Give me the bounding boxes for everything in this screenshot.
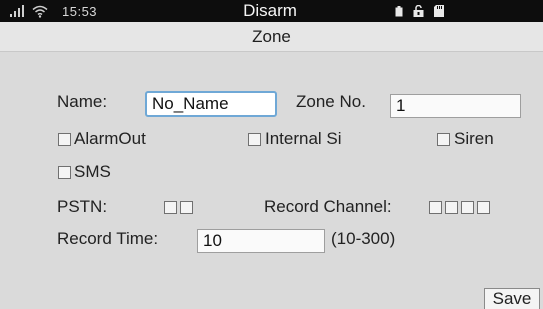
zone-form: Name: No_Name Zone No. 1 AlarmOut Intern… (0, 52, 543, 309)
sd-card-icon (434, 5, 444, 17)
status-right-group (395, 0, 444, 22)
record-time-input[interactable]: 10 (197, 229, 325, 253)
zone-no-input[interactable]: 1 (390, 94, 521, 118)
pstn-checkbox-2[interactable] (180, 201, 193, 214)
name-input[interactable]: No_Name (145, 91, 277, 117)
status-time: 15:53 (62, 3, 98, 19)
unlock-icon (413, 5, 424, 17)
sms-checkbox[interactable] (58, 166, 71, 179)
record-channel-checkbox-3[interactable] (461, 201, 474, 214)
page-title: Zone (0, 22, 543, 52)
internal-siren-label: Internal Si (265, 129, 342, 148)
save-button[interactable]: Save (484, 288, 540, 309)
record-time-label: Record Time: (57, 229, 159, 248)
record-time-range: (10-300) (331, 229, 396, 248)
alarm-out-label: AlarmOut (74, 129, 146, 148)
status-left-group: 15:53 (10, 0, 97, 22)
zone-no-label: Zone No. (296, 92, 366, 111)
record-channel-checkbox-1[interactable] (429, 201, 442, 214)
name-label: Name: (57, 92, 108, 111)
pstn-checkbox-1[interactable] (164, 201, 177, 214)
internal-siren-checkbox[interactable] (248, 133, 261, 146)
signal-icon (10, 5, 24, 17)
siren-checkbox[interactable] (437, 133, 450, 146)
sms-label: SMS (74, 162, 111, 181)
status-bar: 15:53 Disarm (0, 0, 543, 22)
record-channel-checkbox-2[interactable] (445, 201, 458, 214)
siren-label: Siren (454, 129, 494, 148)
alarm-out-checkbox[interactable] (58, 133, 71, 146)
record-channel-label: Record Channel: (264, 197, 392, 216)
arm-state-title: Disarm (243, 1, 297, 20)
record-channel-checkbox-4[interactable] (477, 201, 490, 214)
battery-icon (395, 5, 403, 16)
wifi-icon (32, 5, 48, 18)
pstn-label: PSTN: (57, 197, 108, 216)
